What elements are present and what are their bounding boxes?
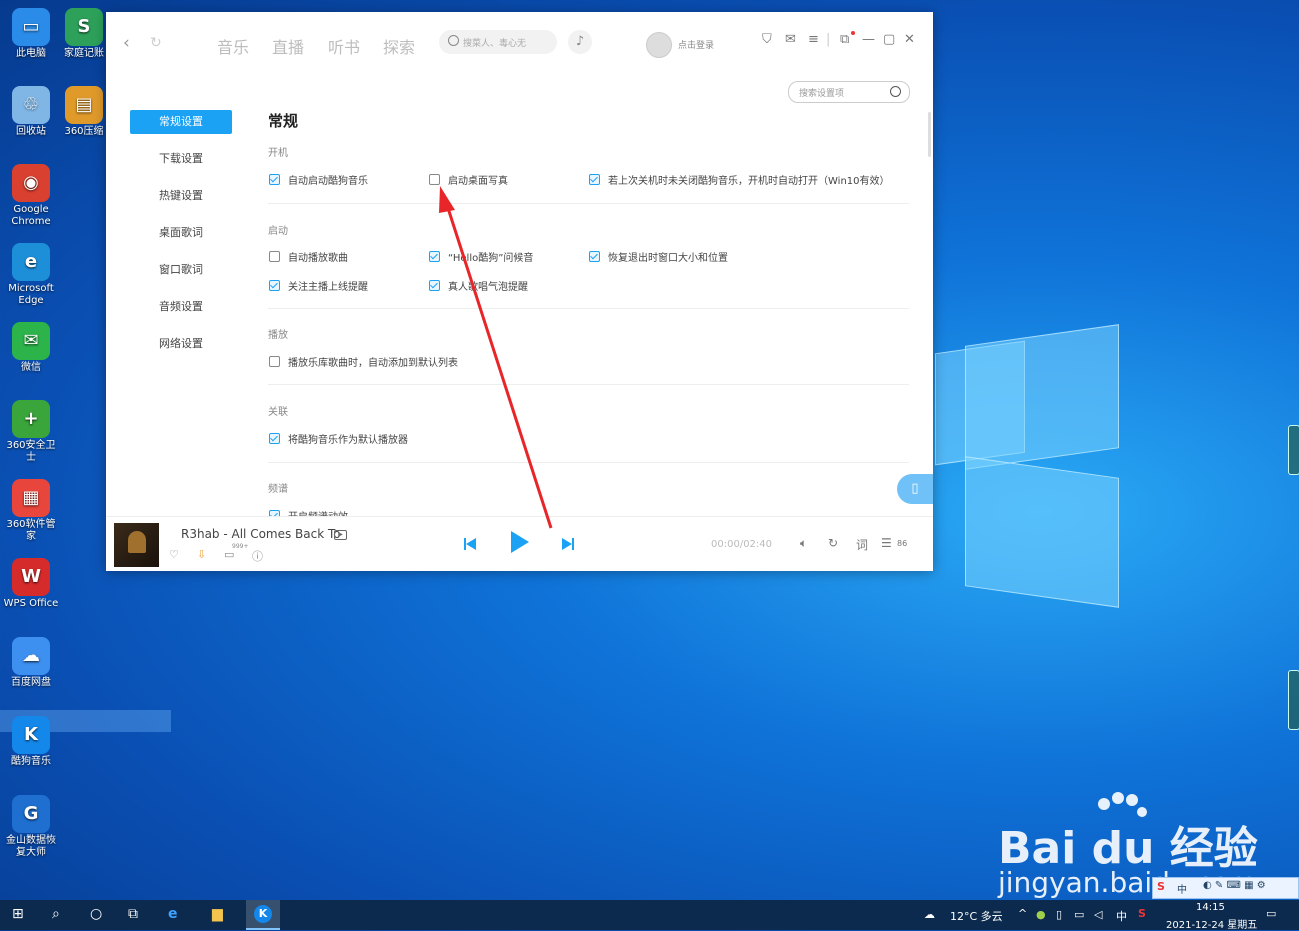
start-icon[interactable]: ⊞ — [12, 906, 24, 922]
desktop-icon-label: 回收站 — [16, 126, 46, 137]
desktop-icon[interactable]: G 金山数据恢复大师 — [3, 795, 59, 859]
desktop-icon-label: Microsoft Edge — [8, 283, 54, 306]
app-icon: ◉ — [12, 164, 50, 202]
network-icon[interactable]: ▭ — [1074, 908, 1084, 921]
volume-icon[interactable]: ◁ — [1094, 908, 1102, 921]
desktop-icon[interactable]: ▦ 360软件管家 — [3, 479, 59, 543]
previous-icon[interactable] — [463, 537, 477, 551]
desktop-icon[interactable]: ▤ 360压缩 — [62, 86, 106, 138]
desktop-icon[interactable]: W WPS Office — [3, 558, 59, 610]
app-icon: ▤ — [65, 86, 103, 124]
desktop-icon[interactable]: ◉ Google Chrome — [3, 164, 59, 228]
app-icon: ☁ — [12, 637, 50, 675]
cortana-icon[interactable]: ○ — [90, 906, 102, 922]
ime-tools-icons: ◐ ✎ ⌨ ▦ ⚙ — [1203, 880, 1266, 891]
desktop-icon-label: 酷狗音乐 — [11, 756, 51, 767]
like-icon[interactable]: ♡ — [169, 548, 179, 561]
app-icon: ♲ — [12, 86, 50, 124]
scrollbar-thumb[interactable] — [928, 112, 931, 157]
setting-option[interactable]: 开启频谱动效 — [269, 508, 348, 516]
app-icon: e — [12, 243, 50, 281]
task-view-icon[interactable]: ⧉ — [128, 906, 138, 922]
playlist-icon[interactable]: ☰ — [881, 536, 892, 550]
playlist-count: 86 — [897, 539, 908, 548]
clock-date[interactable]: 2021-12-24 星期五 — [1166, 916, 1257, 931]
kugou-settings-window: ‹ ↻ 音乐 直播 听书 探索 搜菜人、毒心无 ♪ 点击登录 ⛉ ✉ ≡ | ⧉… — [106, 12, 933, 571]
desktop-icon[interactable]: ♲ 回收站 — [3, 86, 59, 138]
desktop-icon-label: 360压缩 — [64, 126, 104, 137]
desktop-icon-label: 家庭记账 — [64, 48, 104, 59]
desktop-icon-label: WPS Office — [3, 598, 59, 609]
phone-connect-icon[interactable]: ▯ — [897, 474, 933, 504]
app-icon: K — [12, 716, 50, 754]
desktop-icon[interactable]: ☁ 百度网盘 — [3, 637, 59, 689]
desktop-icon-label: 金山数据恢复大师 — [6, 835, 56, 858]
repeat-icon[interactable]: ↻ — [828, 536, 838, 550]
search-icon[interactable]: ⌕ — [52, 906, 60, 922]
tray-expand-icon[interactable]: ^ — [1018, 907, 1027, 920]
player-bar: R3hab - All Comes Back To ▶ ♡ ⇩ ▭ 999+ ⓘ… — [106, 516, 933, 571]
tray-360-icon[interactable]: ● — [1036, 908, 1046, 921]
download-icon[interactable]: ⇩ — [197, 548, 206, 561]
ie-icon[interactable]: e — [168, 906, 178, 922]
desktop-icon-label: 360安全卫士 — [6, 440, 56, 463]
app-icon: ▭ — [12, 8, 50, 46]
lyrics-button[interactable]: 词 — [856, 536, 868, 553]
desktop-icon[interactable]: K 酷狗音乐 — [3, 716, 59, 768]
desktop-icon-label: 此电脑 — [16, 48, 46, 59]
desktop-icon[interactable]: e Microsoft Edge — [3, 243, 59, 307]
desktop-icon-label: 百度网盘 — [11, 677, 51, 688]
ime-lang[interactable]: 中 — [1116, 908, 1127, 924]
weather-icon: ☁ — [924, 908, 935, 921]
desktop-icon-label: Google Chrome — [11, 204, 51, 227]
file-explorer-icon[interactable]: ▆ — [212, 906, 223, 922]
notification-center-icon[interactable]: ▭ — [1266, 907, 1276, 920]
usb-icon[interactable]: ▯ — [1056, 908, 1062, 921]
desktop-icon-label: 微信 — [21, 362, 41, 373]
app-icon: ▦ — [12, 479, 50, 517]
app-icon: + — [12, 400, 50, 438]
app-icon: W — [12, 558, 50, 596]
info-icon[interactable]: ⓘ — [252, 548, 263, 564]
mv-icon[interactable]: ▶ — [334, 530, 347, 540]
sogou-icon: S — [1157, 880, 1165, 893]
app-icon: ✉ — [12, 322, 50, 360]
side-grip-top[interactable] — [1288, 425, 1299, 475]
desktop-icon-label: 360软件管家 — [6, 519, 56, 542]
app-icon: G — [12, 795, 50, 833]
play-icon[interactable] — [511, 531, 529, 553]
desktop-icon[interactable]: +360安全卫士 — [3, 400, 59, 464]
ime-lang-label: 中 — [1177, 885, 1187, 896]
sogou-icon[interactable]: S — [1138, 907, 1146, 920]
desktop-icon[interactable]: ✉ 微信 — [3, 322, 59, 374]
comment-count-badge: 999+ — [232, 543, 249, 550]
kugou-icon: K — [254, 905, 272, 923]
ime-toolbar[interactable]: S 中 ◐ ✎ ⌨ ▦ ⚙ — [1152, 877, 1299, 899]
volume-icon[interactable]: 🔈︎ — [800, 536, 807, 551]
desktop-icon[interactable]: ▭ 此电脑 — [3, 8, 59, 60]
next-icon[interactable] — [561, 537, 575, 551]
taskbar: ⊞ ⌕ ○ ⧉ e ▆ K ☁ 12°C 多云 ^ ● ▯ ▭ ◁ 中 S ▭ — [0, 900, 1299, 930]
play-time: 00:00/02:40 — [711, 539, 773, 550]
taskbar-item-kugou[interactable]: K — [246, 900, 280, 930]
song-title[interactable]: R3hab - All Comes Back To — [181, 527, 341, 541]
windows-logo-wallpaper — [935, 324, 1125, 608]
weather-text[interactable]: 12°C 多云 — [950, 908, 1003, 924]
app-icon: S — [65, 8, 103, 46]
clock-time[interactable]: 14:15 — [1196, 902, 1225, 913]
album-cover[interactable] — [114, 523, 159, 567]
side-grip-bottom[interactable] — [1288, 670, 1299, 730]
desktop-icon[interactable]: S 家庭记账 — [62, 8, 106, 60]
